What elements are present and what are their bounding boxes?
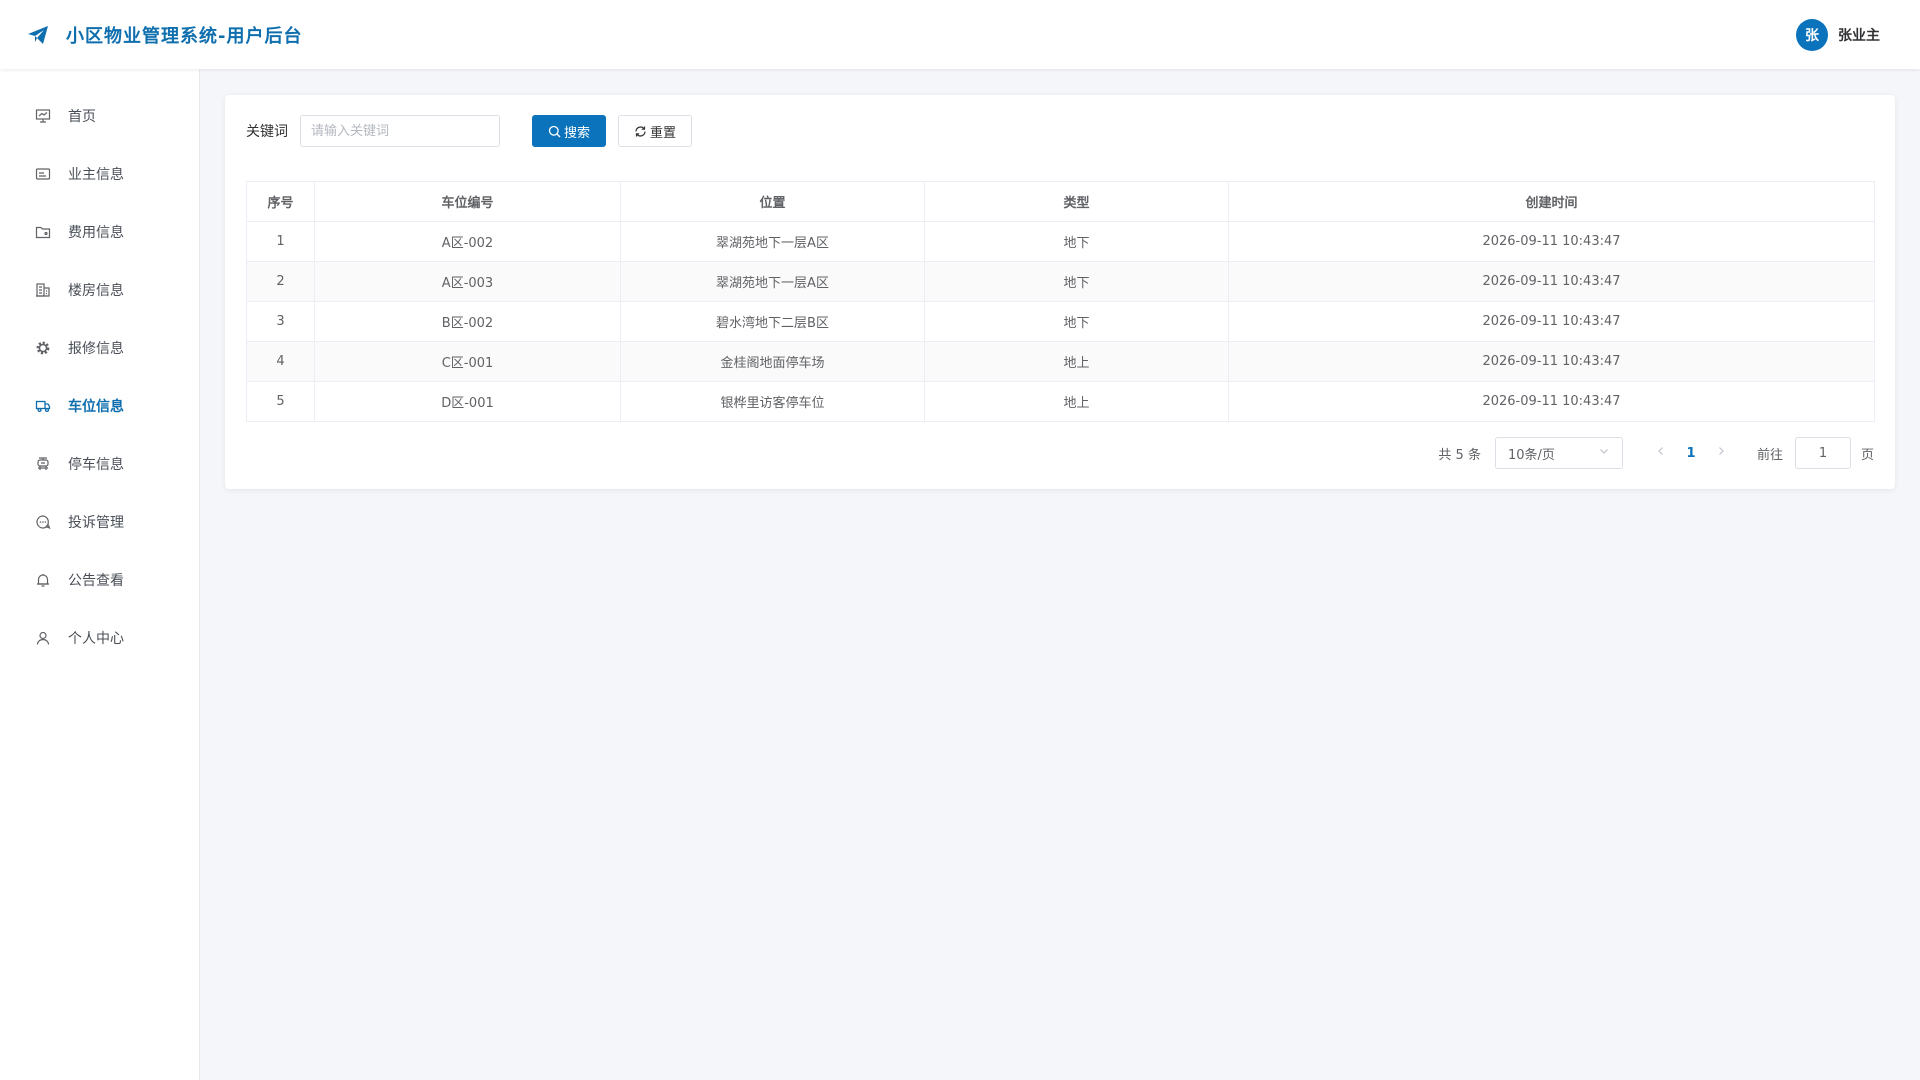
page-number-current[interactable]: 1 <box>1675 446 1707 461</box>
prev-page-button[interactable] <box>1647 445 1675 461</box>
search-button[interactable]: 搜索 <box>532 115 606 147</box>
keyword-label: 关键词 <box>246 124 288 140</box>
sidebar-item-label: 个人中心 <box>68 631 124 647</box>
sidebar-item-label: 报修信息 <box>68 341 124 357</box>
sidebar-item-label: 楼房信息 <box>68 283 124 299</box>
pagination: 共 5 条 10条/页 1 前往 页 <box>1438 437 1874 469</box>
cell-location: 银桦里访客停车位 <box>620 381 925 422</box>
table-row[interactable]: 2 A区-003 翠湖苑地下一层A区 地下 2026-09-11 10:43:4… <box>246 261 1875 302</box>
page-size-select[interactable]: 10条/页 <box>1494 437 1623 469</box>
goto-label: 前往 <box>1756 447 1783 463</box>
cell-space-code: A区-003 <box>314 261 621 302</box>
goto-suffix: 页 <box>1860 447 1874 463</box>
id-card-icon <box>34 165 52 183</box>
avatar[interactable]: 张 <box>1796 18 1828 51</box>
cell-created-time: 2026-09-11 10:43:47 <box>1228 341 1875 382</box>
chevron-left-icon <box>1655 445 1667 461</box>
cell-index: 2 <box>246 261 315 302</box>
cell-location: 金桂阁地面停车场 <box>620 341 925 382</box>
table-row[interactable]: 5 D区-001 银桦里访客停车位 地上 2026-09-11 10:43:47 <box>246 381 1875 422</box>
sidebar-item-parking-space-info[interactable]: 车位信息 <box>0 377 199 435</box>
sidebar-item-label: 费用信息 <box>68 225 124 241</box>
cell-space-code: D区-001 <box>314 381 621 422</box>
sidebar-item-building-info[interactable]: 楼房信息 <box>0 261 199 319</box>
cell-index: 4 <box>246 341 315 382</box>
truck-icon <box>34 397 52 415</box>
sidebar-item-label: 首页 <box>68 109 96 125</box>
table-header-row: 序号 车位编号 位置 类型 创建时间 <box>246 181 1875 222</box>
keyword-input[interactable] <box>300 115 500 147</box>
reset-button[interactable]: 重置 <box>618 115 692 147</box>
refresh-icon <box>634 125 647 138</box>
building-icon <box>34 281 52 299</box>
user-menu[interactable]: 张 张业主 <box>1796 18 1920 51</box>
user-icon <box>34 629 52 647</box>
cell-index: 1 <box>246 221 315 262</box>
pagination-total: 共 5 条 <box>1438 447 1481 463</box>
cell-created-time: 2026-09-11 10:43:47 <box>1228 261 1875 302</box>
cell-type: 地下 <box>924 221 1229 262</box>
user-name[interactable]: 张业主 <box>1838 25 1880 45</box>
sidebar-item-owner-info[interactable]: 业主信息 <box>0 145 199 203</box>
column-header-type: 类型 <box>924 181 1229 222</box>
goto-page-input[interactable] <box>1794 437 1851 469</box>
cell-created-time: 2026-09-11 10:43:47 <box>1228 381 1875 422</box>
table-row[interactable]: 1 A区-002 翠湖苑地下一层A区 地下 2026-09-11 10:43:4… <box>246 221 1875 262</box>
filter-bar: 关键词 搜索 重置 <box>246 115 692 147</box>
cell-type: 地上 <box>924 341 1229 382</box>
cell-space-code: C区-001 <box>314 341 621 382</box>
cell-index: 5 <box>246 381 315 422</box>
cell-type: 地上 <box>924 381 1229 422</box>
cell-space-code: A区-002 <box>314 221 621 262</box>
sidebar-item-parking-info[interactable]: 停车信息 <box>0 435 199 493</box>
reset-button-label: 重置 <box>649 125 676 141</box>
top-header: 小区物业管理系统-用户后台 张 张业主 <box>0 0 1920 69</box>
column-header-created-time: 创建时间 <box>1228 181 1875 222</box>
search-icon <box>548 125 561 138</box>
paper-plane-icon <box>26 23 50 47</box>
search-button-label: 搜索 <box>563 125 590 141</box>
sidebar-item-label: 车位信息 <box>68 399 124 415</box>
bell-icon <box>34 571 52 589</box>
sidebar-item-label: 停车信息 <box>68 457 124 473</box>
sidebar-item-label: 公告查看 <box>68 573 124 589</box>
brand: 小区物业管理系统-用户后台 <box>0 22 302 48</box>
table-row[interactable]: 3 B区-002 碧水湾地下二层B区 地下 2026-09-11 10:43:4… <box>246 301 1875 342</box>
cell-created-time: 2026-09-11 10:43:47 <box>1228 221 1875 262</box>
presentation-icon <box>34 107 52 125</box>
parking-space-table: 序号 车位编号 位置 类型 创建时间 1 A区-002 翠湖苑地下一层A区 地下… <box>246 181 1875 422</box>
folder-icon <box>34 223 52 241</box>
cell-type: 地下 <box>924 261 1229 302</box>
table-row[interactable]: 4 C区-001 金桂阁地面停车场 地上 2026-09-11 10:43:47 <box>246 341 1875 382</box>
parking-icon <box>34 455 52 473</box>
chevron-right-icon <box>1715 445 1727 461</box>
cell-type: 地下 <box>924 301 1229 342</box>
gear-icon <box>34 339 52 357</box>
cell-created-time: 2026-09-11 10:43:47 <box>1228 301 1875 342</box>
sidebar-item-repair-info[interactable]: 报修信息 <box>0 319 199 377</box>
cell-location: 翠湖苑地下一层A区 <box>620 261 925 302</box>
column-header-index: 序号 <box>246 181 315 222</box>
next-page-button[interactable] <box>1707 445 1735 461</box>
cell-space-code: B区-002 <box>314 301 621 342</box>
sidebar-item-profile[interactable]: 个人中心 <box>0 609 199 667</box>
chevron-down-icon <box>1598 445 1610 461</box>
cell-location: 碧水湾地下二层B区 <box>620 301 925 342</box>
column-header-space-code: 车位编号 <box>314 181 621 222</box>
app-title: 小区物业管理系统-用户后台 <box>66 25 303 47</box>
sidebar-item-label: 业主信息 <box>68 167 124 183</box>
chat-icon <box>34 513 52 531</box>
column-header-location: 位置 <box>620 181 925 222</box>
sidebar-item-complaints[interactable]: 投诉管理 <box>0 493 199 551</box>
cell-location: 翠湖苑地下一层A区 <box>620 221 925 262</box>
sidebar-item-announcements[interactable]: 公告查看 <box>0 551 199 609</box>
cell-index: 3 <box>246 301 315 342</box>
sidebar: 首页 业主信息 费用信息 楼房信息 报修信息 车位信息 停车信息 投诉管理 公告… <box>0 69 200 1080</box>
content-card: 关键词 搜索 重置 序号 车位编号 位置 类型 创建时间 <box>225 95 1895 489</box>
sidebar-item-label: 投诉管理 <box>68 515 124 531</box>
sidebar-item-home[interactable]: 首页 <box>0 87 199 145</box>
sidebar-item-fee-info[interactable]: 费用信息 <box>0 203 199 261</box>
page-size-value: 10条/页 <box>1507 447 1555 463</box>
